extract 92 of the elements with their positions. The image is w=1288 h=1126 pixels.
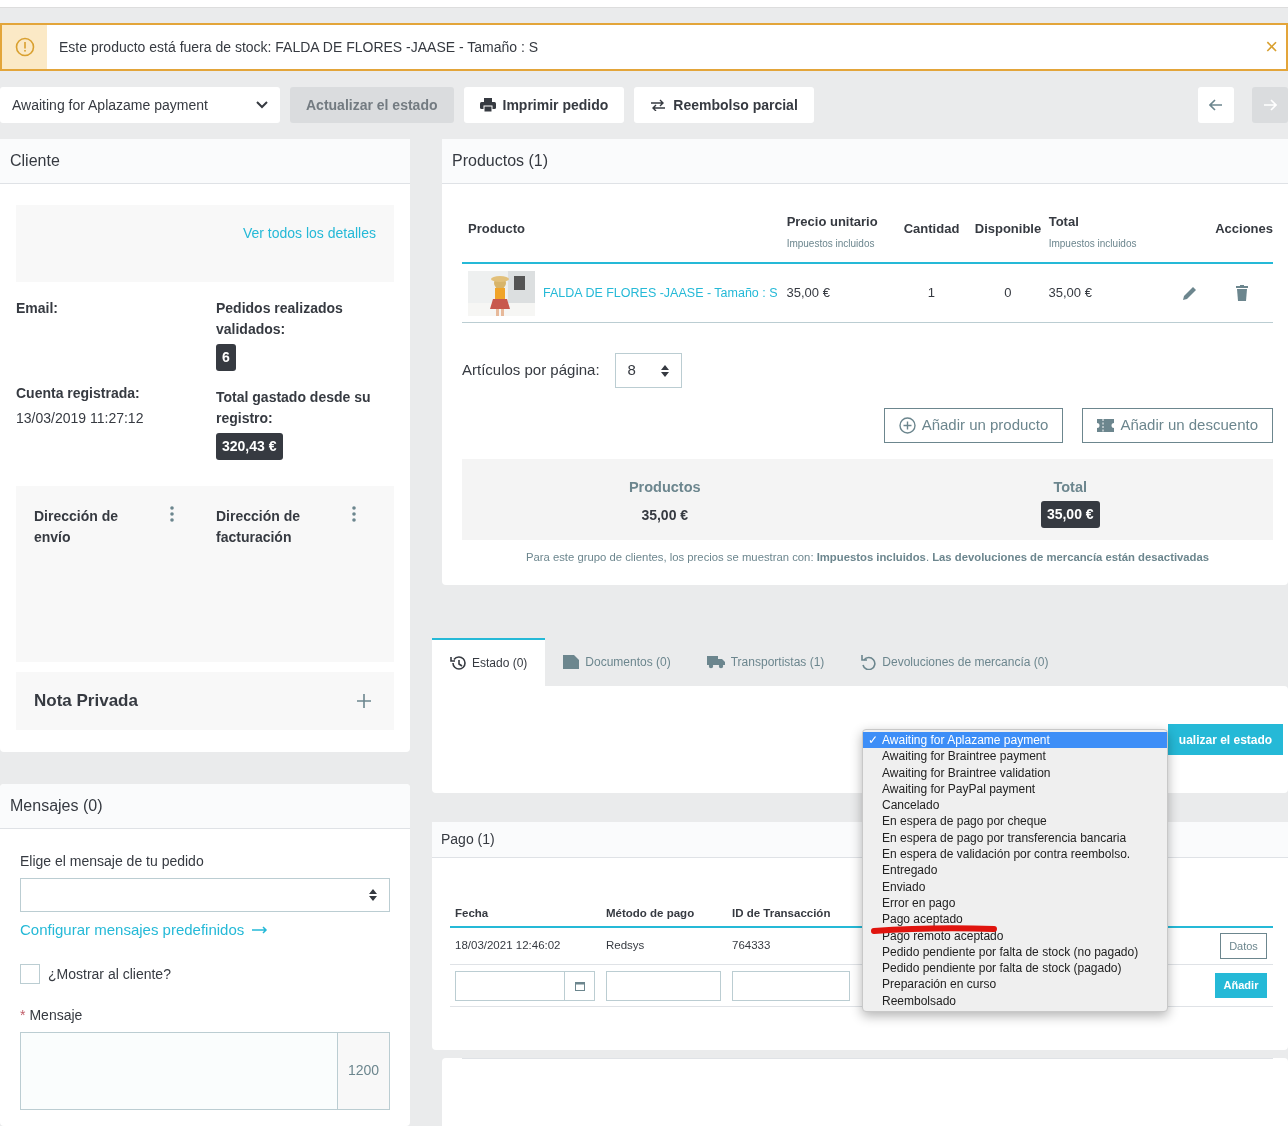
summary-value: 35,00 € <box>1040 500 1100 528</box>
menu-option[interactable]: Preparación en curso <box>863 976 1167 993</box>
column-header: Método de pago <box>606 907 695 919</box>
more-options-icon[interactable] <box>170 506 174 522</box>
column-header: Producto <box>468 220 527 238</box>
column-header: ID de Transacción <box>732 907 831 919</box>
address-heading: Dirección de envío <box>34 507 120 547</box>
menu-option[interactable]: Pedido pendiente por falta de stock (pagado) <box>863 960 1167 977</box>
table-cell: 1 <box>927 285 936 301</box>
menu-option[interactable]: Pago aceptado <box>863 911 1167 928</box>
chevron-down-icon <box>256 101 268 109</box>
alert-message: Este producto está fuera de stock: FALDA DE FLORES -JAASE - Tamaño : S <box>58 37 540 57</box>
transaction-id-input[interactable] <box>732 970 850 1001</box>
menu-option[interactable]: Awaiting for Braintree payment <box>863 748 1167 765</box>
message-select[interactable] <box>20 878 390 912</box>
calendar-icon <box>574 980 585 991</box>
table-cell: Redsys <box>606 939 645 952</box>
column-header: Fecha <box>455 907 489 919</box>
pencil-icon[interactable] <box>1182 285 1198 301</box>
per-page-label: Artículos por página: <box>462 360 600 381</box>
truck-icon <box>706 654 725 670</box>
pricing-note: Para este grupo de clientes, los precios se muestran con: Impuestos incluidos. Las devoluciones de mercancía están desactivadas <box>524 550 1211 565</box>
field-label: Pedidos realizados validados: <box>216 299 344 339</box>
ticket-icon <box>1097 419 1115 432</box>
address-heading: Dirección de facturación <box>216 507 302 547</box>
menu-option[interactable]: Enviado <box>863 878 1167 895</box>
table-cell: 764333 <box>732 939 771 952</box>
sort-caret-icon <box>369 889 377 901</box>
history-icon <box>450 655 466 671</box>
undo-icon <box>860 654 877 670</box>
required-mark: * <box>20 1005 26 1025</box>
sort-caret-icon <box>660 364 669 377</box>
table-cell: 18/03/2021 12:46:02 <box>455 939 561 952</box>
refund-button[interactable]: Reembolso parcial <box>634 87 814 123</box>
message-textarea[interactable]: 1200 <box>20 1031 390 1110</box>
payment-method-input[interactable] <box>606 970 721 1001</box>
arrow-right-icon <box>252 926 269 935</box>
print-button[interactable]: Imprimir pedido <box>463 87 625 123</box>
card-title: Mensajes (0) <box>0 784 410 829</box>
more-options-icon[interactable] <box>352 506 356 522</box>
column-subheader: Impuestos incluidos <box>786 236 876 251</box>
tab[interactable]: Estado (0) <box>432 638 546 686</box>
column-header: Disponible <box>973 220 1043 238</box>
summary-label: Total <box>1052 478 1089 497</box>
card-title: Productos (1) <box>442 139 1288 184</box>
column-subheader: Impuestos incluidos <box>1048 236 1138 251</box>
document-icon <box>563 654 580 670</box>
column-header: Acciones <box>1214 220 1273 238</box>
arrow-left-icon <box>1209 99 1223 111</box>
trash-icon[interactable] <box>1236 285 1248 301</box>
field-label: Email: <box>16 299 59 318</box>
table-cell: 0 <box>1004 285 1012 301</box>
arrow-right-icon <box>1263 99 1277 111</box>
field-label: Total gastado desde su registro: <box>216 388 372 428</box>
field-label: Elige el mensaje de tu pedido <box>20 852 205 871</box>
show-customer-checkbox[interactable] <box>20 964 40 984</box>
order-count: 6 <box>216 344 236 371</box>
field-label: Cuenta registrada: <box>16 384 141 403</box>
menu-option[interactable]: Error en pago <box>863 894 1167 912</box>
summary-label: Productos <box>627 478 702 497</box>
field-label: Mensaje <box>29 1005 83 1025</box>
menu-option[interactable]: Cancelado <box>863 797 1167 814</box>
warning-icon <box>14 37 35 57</box>
table-cell: 35,00 € <box>786 285 830 301</box>
add-product-button[interactable]: Añadir un producto <box>883 408 1064 443</box>
field-value: 13/03/2019 11:27:12 <box>16 409 145 428</box>
column-header: Precio unitario <box>786 213 879 231</box>
plus-circle-icon <box>898 417 916 434</box>
table-cell: 35,00 € <box>1048 285 1092 301</box>
menu-option[interactable]: En espera de pago por transferencia bancaria <box>863 829 1167 847</box>
printer-icon <box>479 98 496 112</box>
menu-option[interactable]: Reembolsado <box>863 992 1167 1010</box>
summary-value: 35,00 € <box>641 505 689 525</box>
swap-arrows-icon <box>650 99 667 111</box>
note-heading: Nota Privada <box>34 690 138 713</box>
character-counter: 1200 <box>337 1032 389 1109</box>
details-button[interactable]: Datos <box>1220 933 1267 959</box>
card-title: Cliente <box>0 139 410 184</box>
add-discount-button[interactable]: Añadir un descuento <box>1082 408 1273 443</box>
menu-option[interactable]: Pedido pendiente por falta de stock (no pagado) <box>863 943 1167 961</box>
checkbox-label: ¿Mostrar al cliente? <box>48 964 171 984</box>
previous-button[interactable] <box>1198 87 1234 123</box>
total-spent: 320,43 € <box>216 433 283 460</box>
plus-icon[interactable] <box>356 693 372 709</box>
menu-option[interactable]: Awaiting for Braintree validation <box>863 764 1167 781</box>
per-page-select[interactable]: 8 <box>614 353 682 388</box>
status-select[interactable]: Awaiting for Aplazame payment <box>0 87 280 123</box>
column-header: Cantidad <box>902 220 961 238</box>
column-header: Total <box>1048 213 1080 231</box>
menu-option[interactable]: Entregado <box>863 862 1167 879</box>
date-input[interactable] <box>455 970 595 1001</box>
menu-option[interactable]: Awaiting for PayPal payment <box>863 780 1167 798</box>
